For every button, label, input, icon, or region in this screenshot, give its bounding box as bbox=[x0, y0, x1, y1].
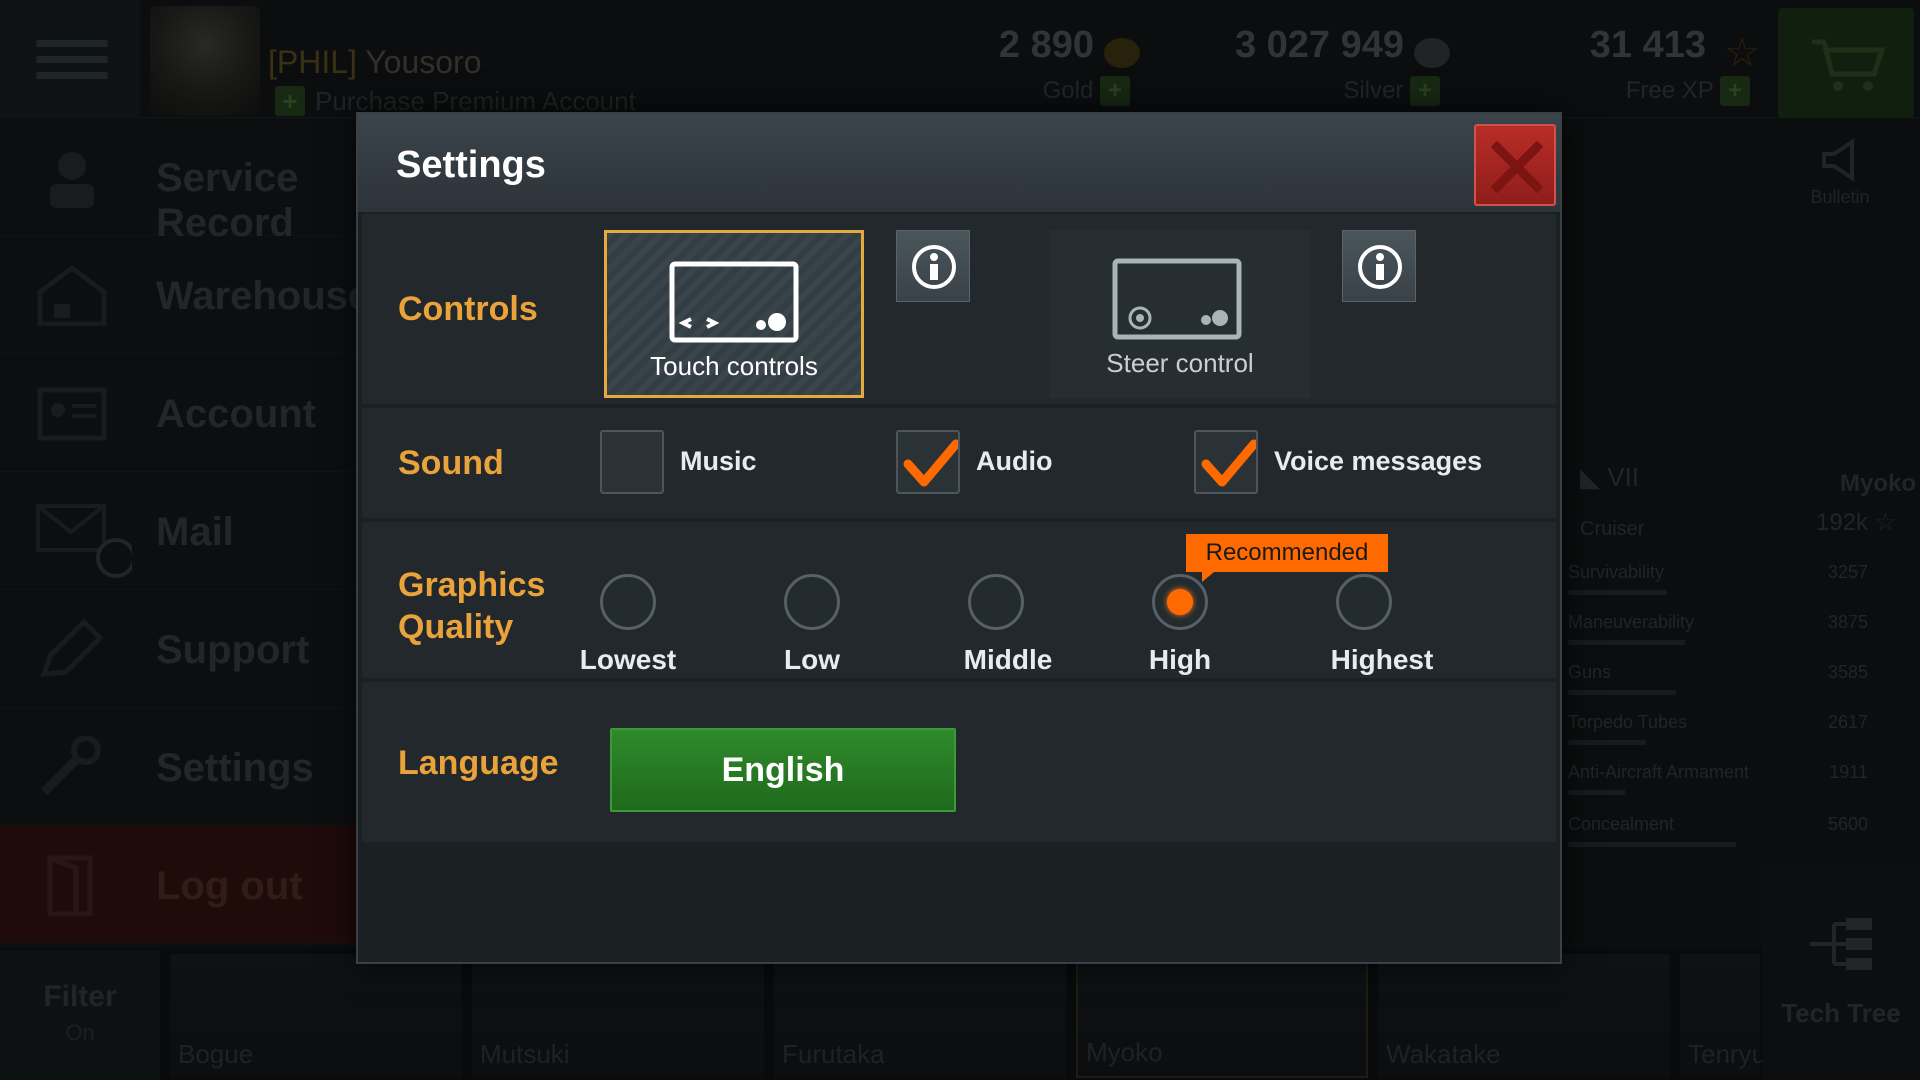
dialog-title: Settings bbox=[396, 144, 546, 186]
checkmark-icon bbox=[1201, 439, 1256, 487]
steer-control-icon bbox=[1112, 258, 1242, 340]
graphics-high-label: High bbox=[1148, 644, 1212, 675]
music-label: Music bbox=[680, 446, 757, 476]
music-checkbox[interactable] bbox=[600, 430, 664, 494]
dialog-header: Settings bbox=[358, 114, 1560, 212]
sound-row: Sound Music Audio Voice messages bbox=[362, 408, 1556, 518]
graphics-low-label: Low bbox=[784, 644, 840, 675]
touch-controls-icon bbox=[669, 261, 799, 343]
audio-label: Audio bbox=[976, 446, 1053, 476]
graphics-quality-label: Graphics Quality bbox=[398, 564, 545, 648]
graphics-highest-label: Highest bbox=[1330, 644, 1434, 675]
recommended-badge: Recommended bbox=[1186, 534, 1388, 572]
graphics-label-line2: Quality bbox=[398, 608, 514, 646]
audio-checkbox[interactable] bbox=[896, 430, 960, 494]
language-select-button[interactable]: English bbox=[610, 728, 956, 812]
settings-dialog: Settings Controls Touch controls Steer c… bbox=[356, 112, 1562, 964]
recommended-badge-pointer bbox=[1202, 572, 1214, 582]
graphics-label-line1: Graphics bbox=[398, 566, 546, 604]
graphics-highest-radio[interactable] bbox=[1336, 574, 1392, 630]
close-icon bbox=[1491, 141, 1543, 193]
radio-selected-dot bbox=[1167, 589, 1193, 615]
touch-controls-info-button[interactable] bbox=[896, 230, 970, 302]
checkmark-icon bbox=[903, 439, 958, 487]
touch-controls-option[interactable]: Touch controls bbox=[604, 230, 864, 398]
graphics-high-radio[interactable] bbox=[1152, 574, 1208, 630]
graphics-lowest-radio[interactable] bbox=[600, 574, 656, 630]
info-icon bbox=[1358, 245, 1402, 289]
graphics-middle-label: Middle bbox=[963, 644, 1053, 675]
graphics-low-radio[interactable] bbox=[784, 574, 840, 630]
language-row: Language bbox=[362, 682, 1556, 842]
graphics-middle-radio[interactable] bbox=[968, 574, 1024, 630]
language-label: Language bbox=[398, 744, 559, 782]
close-button[interactable] bbox=[1474, 124, 1556, 206]
touch-controls-label: Touch controls bbox=[650, 351, 818, 381]
steer-control-label: Steer control bbox=[1106, 348, 1254, 378]
info-icon bbox=[912, 245, 956, 289]
sound-label: Sound bbox=[398, 444, 504, 482]
controls-label: Controls bbox=[398, 290, 538, 328]
steer-control-info-button[interactable] bbox=[1342, 230, 1416, 302]
voice-messages-label: Voice messages bbox=[1274, 446, 1483, 476]
voice-messages-checkbox[interactable] bbox=[1194, 430, 1258, 494]
controls-row: Controls Touch controls Steer control bbox=[362, 214, 1556, 404]
graphics-lowest-label: Lowest bbox=[579, 644, 677, 675]
steer-control-option[interactable]: Steer control bbox=[1050, 230, 1310, 398]
